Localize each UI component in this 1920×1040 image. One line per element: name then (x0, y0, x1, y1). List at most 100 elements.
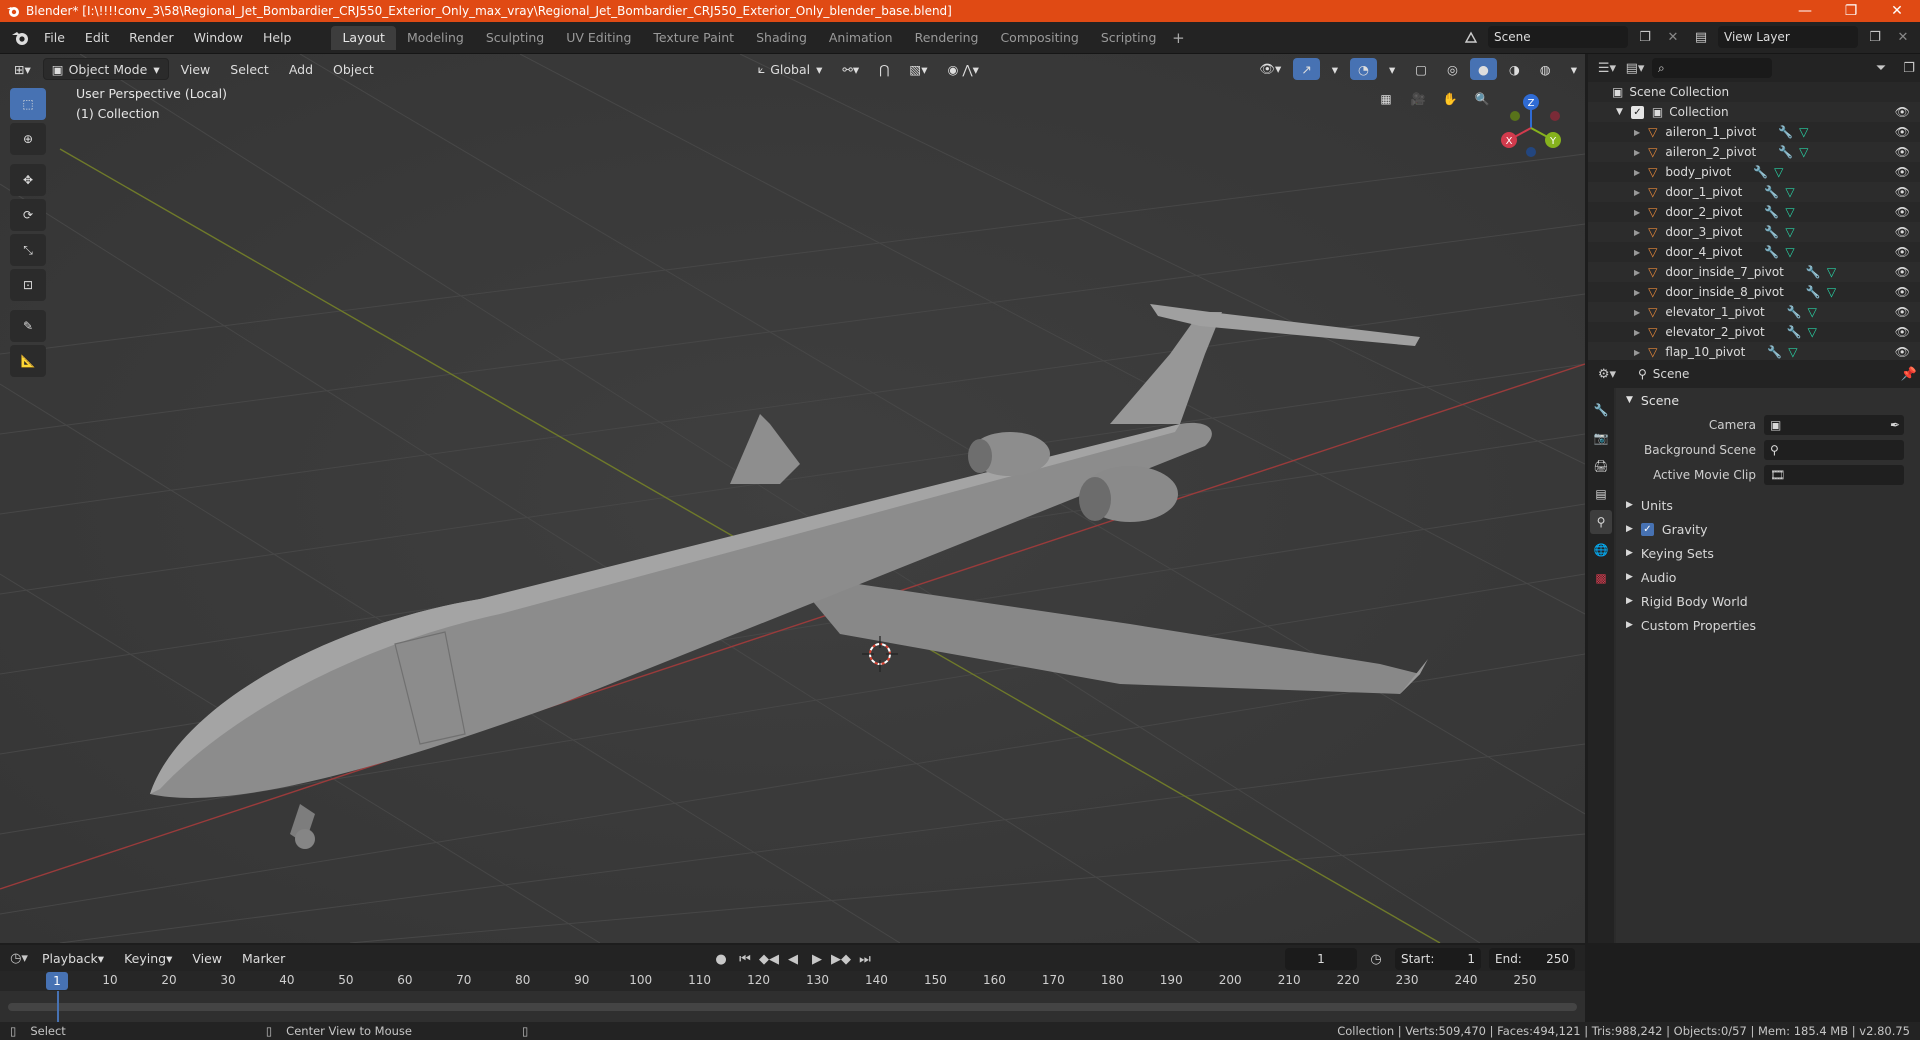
scene-panel-header[interactable]: ▼ Scene (1616, 388, 1920, 412)
expand-arrow-icon[interactable]: ▶ (1634, 348, 1640, 357)
zoom-icon[interactable]: 🔍 (1469, 86, 1495, 112)
menu-help[interactable]: Help (253, 26, 302, 50)
outliner-item[interactable]: ▶ ▽ aileron_2_pivot 🔧 ▽ 👁 (1588, 142, 1920, 162)
mesh-data-icon[interactable]: ▽ (1785, 245, 1794, 259)
delete-view-layer-icon[interactable]: ✕ (1892, 26, 1914, 48)
background-scene-field[interactable]: ⚲ (1764, 439, 1904, 460)
add-workspace-icon[interactable]: + (1167, 29, 1189, 47)
units-panel[interactable]: ▶ Units (1616, 493, 1920, 517)
expand-arrow-icon[interactable]: ▶ (1634, 288, 1640, 297)
clock-icon[interactable]: ◷ (1365, 948, 1387, 970)
menu-playback[interactable]: Playback ▾ (34, 947, 112, 969)
eye-icon[interactable]: 👁 (1895, 325, 1910, 339)
expand-arrow-icon[interactable]: ▶ (1634, 248, 1640, 257)
outliner-item[interactable]: ▶ ▽ door_inside_7_pivot 🔧 ▽ 👁 (1588, 262, 1920, 282)
tab-sculpting[interactable]: Sculpting (475, 26, 555, 50)
texture-tab-icon[interactable]: ▩ (1590, 566, 1612, 590)
mesh-data-icon[interactable]: ▽ (1827, 265, 1836, 279)
modifier-wrench-icon[interactable]: 🔧 (1764, 245, 1779, 259)
tool-tab-icon[interactable]: 🔧 (1590, 398, 1612, 422)
mesh-data-icon[interactable]: ▽ (1799, 145, 1808, 159)
snap-icon[interactable]: ⋂ (871, 58, 897, 80)
camera-field[interactable]: ▣ ✒ (1764, 414, 1904, 435)
current-frame-field[interactable]: 1 (1285, 948, 1357, 970)
custom-properties-panel[interactable]: ▶ Custom Properties (1616, 613, 1920, 637)
outliner-item[interactable]: ▶ ▽ elevator_2_pivot 🔧 ▽ 👁 (1588, 322, 1920, 342)
scene-collection-row[interactable]: ▣ Scene Collection (1588, 82, 1920, 102)
mesh-data-icon[interactable]: ▽ (1827, 285, 1836, 299)
outliner-item[interactable]: ▶ ▽ aileron_1_pivot 🔧 ▽ 👁 (1588, 122, 1920, 142)
tab-layout[interactable]: Layout (331, 25, 396, 50)
gravity-panel[interactable]: ▶ ✓ Gravity (1616, 517, 1920, 541)
outliner-search-input[interactable]: ⌕ (1652, 58, 1772, 78)
expand-arrow-icon[interactable]: ▶ (1634, 308, 1640, 317)
mesh-data-icon[interactable]: ▽ (1785, 205, 1794, 219)
play-icon[interactable]: ▶ (806, 948, 828, 970)
tab-texture-paint[interactable]: Texture Paint (642, 26, 745, 50)
view-layer-tab-icon[interactable]: ▤ (1590, 482, 1612, 506)
scene-tab-icon[interactable]: ⚲ (1590, 510, 1612, 534)
tab-animation[interactable]: Animation (818, 26, 904, 50)
outliner-item[interactable]: ▶ ▽ door_inside_8_pivot 🔧 ▽ 👁 (1588, 282, 1920, 302)
frame-cursor[interactable]: 1 (46, 972, 68, 990)
camera-view-icon[interactable]: 🎥 (1405, 86, 1431, 112)
tab-rendering[interactable]: Rendering (904, 26, 990, 50)
move-tool-icon[interactable]: ✥ (10, 164, 46, 196)
blender-menu-icon[interactable] (6, 24, 34, 52)
timeline-editor-icon[interactable]: ◷▾ (8, 947, 30, 969)
play-reverse-icon[interactable]: ◀ (782, 948, 804, 970)
expand-arrow-icon[interactable]: ▶ (1634, 148, 1640, 157)
eye-icon[interactable]: 👁 (1895, 345, 1910, 359)
keying-sets-panel[interactable]: ▶ Keying Sets (1616, 541, 1920, 565)
transform-tool-icon[interactable]: ⊡ (10, 269, 46, 301)
gizmo-dropdown-icon[interactable]: ▾ (1324, 58, 1346, 80)
eye-icon[interactable]: 👁 (1895, 265, 1910, 279)
outliner-editor-icon[interactable]: ☰▾ (1596, 57, 1618, 79)
navigation-gizmo[interactable]: Z X Y (1493, 88, 1573, 168)
expand-arrow-icon[interactable]: ▶ (1634, 128, 1640, 137)
menu-object[interactable]: Object (325, 58, 382, 80)
modifier-wrench-icon[interactable]: 🔧 (1806, 285, 1821, 299)
tab-shading[interactable]: Shading (745, 26, 818, 50)
eye-icon[interactable]: 👁 (1895, 225, 1910, 239)
editor-type-icon[interactable]: ⊞▾ (6, 58, 39, 80)
rigid-body-world-panel[interactable]: ▶ Rigid Body World (1616, 589, 1920, 613)
mesh-data-icon[interactable]: ▽ (1774, 165, 1783, 179)
delete-scene-icon[interactable]: ✕ (1662, 26, 1684, 48)
menu-edit[interactable]: Edit (75, 26, 119, 50)
menu-select[interactable]: Select (222, 58, 277, 80)
cursor-tool-icon[interactable]: ⊕ (10, 123, 46, 155)
start-frame-field[interactable]: Start: 1 (1395, 948, 1481, 970)
scale-tool-icon[interactable]: ⤡ (10, 234, 46, 266)
tab-scripting[interactable]: Scripting (1090, 26, 1168, 50)
grid-view-icon[interactable]: ▦ (1373, 86, 1399, 112)
view-layer-field[interactable]: View Layer (1718, 26, 1858, 48)
collection-checkbox[interactable]: ✓ (1630, 105, 1644, 119)
shading-dropdown-icon[interactable]: ▾ (1563, 58, 1585, 80)
menu-add[interactable]: Add (281, 58, 321, 80)
modifier-wrench-icon[interactable]: 🔧 (1778, 125, 1793, 139)
minimize-button[interactable]: — (1782, 0, 1828, 22)
modifier-wrench-icon[interactable]: 🔧 (1806, 265, 1821, 279)
new-scene-icon[interactable]: ❐ (1634, 26, 1656, 48)
eye-icon[interactable]: 👁 (1895, 105, 1910, 119)
expand-arrow-icon[interactable]: ▶ (1634, 328, 1640, 337)
eye-icon[interactable]: 👁 (1895, 145, 1910, 159)
annotate-tool-icon[interactable]: ✎ (10, 310, 46, 342)
new-collection-icon[interactable]: ❐ (1898, 57, 1920, 79)
expand-arrow-icon[interactable]: ▶ (1634, 188, 1640, 197)
scene-selector-icon[interactable] (1460, 26, 1482, 48)
tab-compositing[interactable]: Compositing (989, 26, 1089, 50)
end-frame-field[interactable]: End: 250 (1489, 948, 1575, 970)
outliner-item[interactable]: ▶ ▽ elevator_1_pivot 🔧 ▽ 👁 (1588, 302, 1920, 322)
record-icon[interactable]: ● (710, 948, 732, 970)
object-mode-dropdown[interactable]: ▣ Object Mode ▾ (42, 58, 169, 80)
jump-start-icon[interactable]: ⏮ (734, 948, 756, 970)
outliner-item[interactable]: ▶ ▽ door_1_pivot 🔧 ▽ 👁 (1588, 182, 1920, 202)
eye-icon[interactable]: 👁 (1895, 285, 1910, 299)
modifier-wrench-icon[interactable]: 🔧 (1764, 225, 1779, 239)
mesh-data-icon[interactable]: ▽ (1788, 345, 1797, 359)
visibility-icon[interactable]: 👁▾ (1251, 58, 1289, 80)
eye-icon[interactable]: 👁 (1895, 185, 1910, 199)
eye-icon[interactable]: 👁 (1895, 245, 1910, 259)
